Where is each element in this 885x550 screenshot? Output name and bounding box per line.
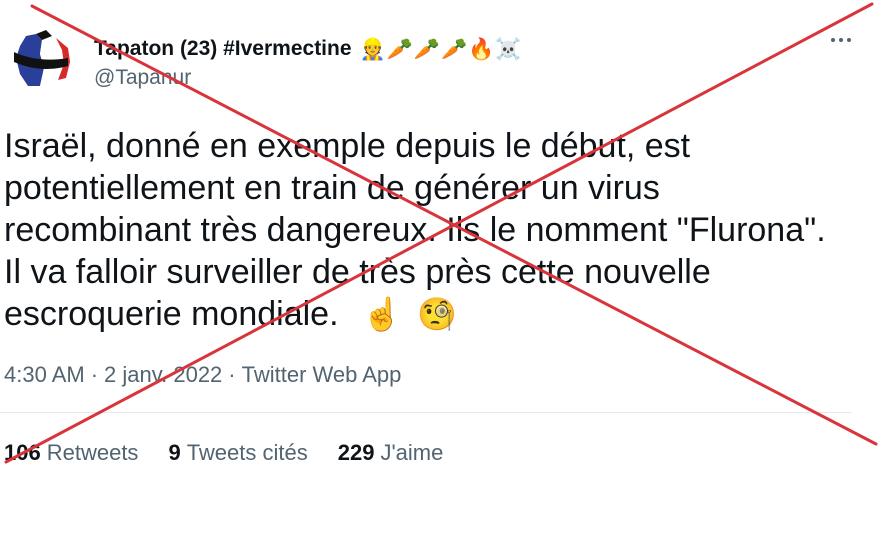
- meta-separator: ·: [90, 362, 99, 387]
- author-display-name[interactable]: Tapaton (23) #Ivermectine: [94, 37, 352, 61]
- carrot-emoji-icon: 🥕: [386, 37, 413, 61]
- tweet-text-line: recombinant très dangereux. Ils le nomme…: [4, 211, 826, 249]
- tweet-text-line: Israël, donné en exemple depuis le début…: [4, 127, 691, 165]
- tweet-text-line: potentiellement en train de générer un v…: [4, 169, 660, 207]
- tweet-text-line: Il va falloir surveiller de très près ce…: [4, 253, 711, 291]
- avatar[interactable]: [6, 28, 72, 94]
- likes-label: J'aime: [380, 440, 444, 465]
- tweet-meta: 4:30 AM · 2 janv. 2022 · Twitter Web App: [4, 362, 401, 388]
- worker-emoji-icon: 👷: [359, 37, 386, 61]
- tweet-stats: 106 Retweets 9 Tweets cités 229 J'aime: [4, 440, 443, 466]
- avatar-france-map-icon: [14, 30, 70, 86]
- retweets-stat[interactable]: 106 Retweets: [4, 440, 138, 466]
- tweet-text-line-last: escroquerie mondiale. ☝️ 🧐: [4, 293, 864, 335]
- tweet-card: Tapaton (23) #Ivermectine 👷 🥕 🥕 🥕 🔥 ☠️ @…: [0, 0, 885, 550]
- skull-crossbones-emoji-icon: ☠️: [495, 37, 522, 61]
- carrot-emoji-icon: 🥕: [441, 37, 468, 61]
- tweet-source[interactable]: Twitter Web App: [242, 362, 402, 387]
- monocle-face-emoji-icon: 🧐: [417, 296, 458, 332]
- author-name-emojis: 👷 🥕 🥕 🥕 🔥 ☠️: [360, 39, 522, 60]
- author-name-line: Tapaton (23) #Ivermectine 👷 🥕 🥕 🥕 🔥 ☠️: [94, 34, 521, 64]
- tweet-time[interactable]: 4:30 AM: [4, 362, 85, 387]
- carrot-emoji-icon: 🥕: [413, 37, 440, 61]
- quotes-label: Tweets cités: [186, 440, 308, 465]
- likes-count: 229: [337, 440, 375, 465]
- likes-stat[interactable]: 229 J'aime: [338, 440, 444, 466]
- quotes-count: 9: [168, 440, 181, 465]
- retweets-label: Retweets: [46, 440, 139, 465]
- tweet-date[interactable]: 2 janv. 2022: [104, 362, 222, 387]
- fire-emoji-icon: 🔥: [468, 37, 495, 61]
- more-options-icon[interactable]: [831, 30, 851, 50]
- retweets-count: 106: [4, 440, 41, 465]
- tweet-text: Israël, donné en exemple depuis le début…: [4, 125, 864, 335]
- meta-separator: ·: [228, 362, 236, 387]
- quotes-stat[interactable]: 9 Tweets cités: [168, 440, 307, 466]
- tweet-text-line: escroquerie mondiale.: [4, 295, 339, 333]
- divider: [0, 412, 852, 413]
- pointing-up-emoji-icon: ☝️: [361, 296, 402, 332]
- author-handle[interactable]: @Tapanur: [94, 66, 191, 90]
